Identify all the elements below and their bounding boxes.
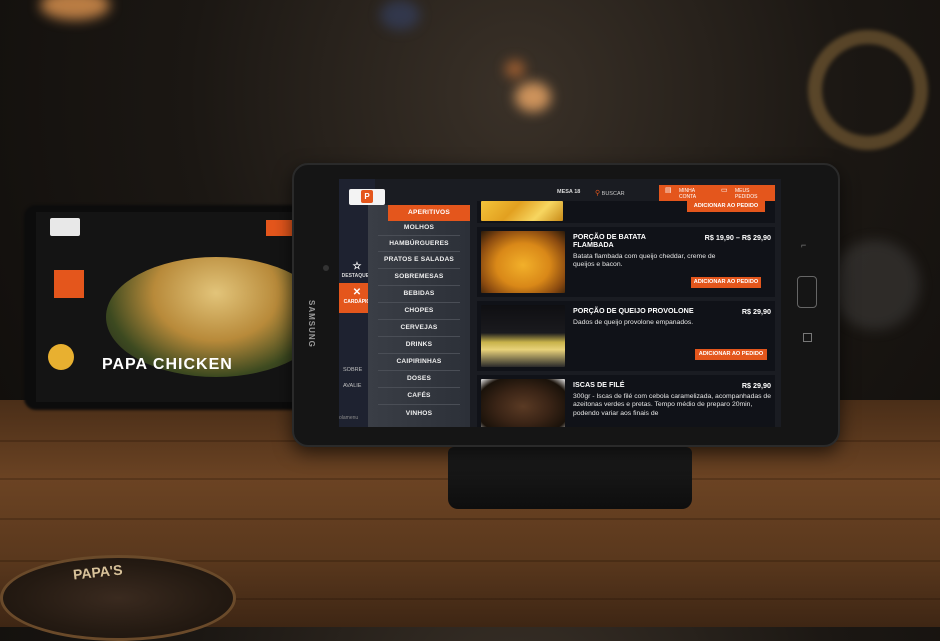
logo (50, 218, 80, 236)
product-price: R$ 29,90 (741, 307, 771, 316)
category-vinhos[interactable]: VINHOS (368, 410, 470, 417)
search-button[interactable]: ⚲ BUSCAR (595, 189, 625, 197)
ceiling-light (505, 60, 525, 78)
search-label: BUSCAR (601, 191, 625, 197)
product-card: PORÇÃO DE BATATA FLAMBADA R$ 19,90 – R$ … (477, 227, 775, 297)
product-title: PORÇÃO DE QUEIJO PROVOLONE (573, 306, 694, 315)
search-icon: ⚲ (595, 190, 601, 197)
steak-strips-image (481, 379, 565, 427)
sidebar-item-active (54, 270, 84, 298)
product-list: ADICIONAR AO PEDIDO PORÇÃO DE BATATA FLA… (477, 201, 775, 427)
wall-logo (808, 30, 928, 150)
footer-brand: olamenu (339, 415, 359, 421)
logo-letter: P (361, 190, 373, 203)
category-doses[interactable]: DOSES (368, 375, 470, 382)
tablet-stand (448, 447, 692, 509)
ceiling-light (515, 82, 551, 112)
coaster-text: PAPA'S (72, 561, 124, 583)
category-aperitivos[interactable]: APERITIVOS (388, 205, 470, 221)
category-cafes[interactable]: CAFÉS (368, 392, 470, 399)
add-to-order-button[interactable]: ADICIONAR AO PEDIDO (691, 277, 761, 288)
table-number: MESA 18 (557, 189, 581, 195)
cart-icon: ▭ (721, 187, 728, 194)
category-molhos[interactable]: MOLHOS (368, 224, 470, 231)
product-title: PAPA CHICKEN (102, 356, 233, 373)
provolone-image (481, 305, 565, 367)
category-drinks[interactable]: DRINKS (368, 341, 470, 348)
device-brand: SAMSUNG (307, 300, 316, 348)
product-description: 300gr - Iscas de filé com cebola caramel… (573, 393, 771, 417)
add-to-order-button[interactable]: ADICIONAR AO PEDIDO (687, 201, 765, 212)
category-pratos-e-saladas[interactable]: PRATOS E SALADAS (368, 256, 470, 263)
product-title: PORÇÃO DE BATATA FLAMBADA (573, 232, 646, 249)
product-price: R$ 29,90 (741, 381, 771, 390)
category-menu: APERITIVOS MOLHOS HAMBÚRGUERES PRATOS E … (368, 205, 470, 427)
my-account-button[interactable]: MINHA CONTA (679, 188, 709, 200)
product-card: ADICIONAR AO PEDIDO (477, 201, 775, 223)
home-button[interactable] (797, 276, 817, 308)
category-bebidas[interactable]: BEBIDAS (368, 290, 470, 297)
fries-image (481, 201, 563, 221)
category-sobremesas[interactable]: SOBREMESAS (368, 273, 470, 280)
my-orders-button[interactable]: MEUS PEDIDOS (735, 188, 765, 200)
ceiling-light (40, 0, 110, 20)
logo[interactable]: P (349, 189, 385, 205)
product-card: PORÇÃO DE QUEIJO PROVOLONE R$ 29,90 Dado… (477, 301, 775, 371)
add-to-order-button[interactable]: ADICIONAR AO PEDIDO (695, 349, 767, 360)
cheese-fries-image (481, 231, 565, 293)
product-card: ISCAS DE FILÉ R$ 29,90 300gr - Iscas de … (477, 375, 775, 427)
window-glow (380, 0, 420, 30)
sidebar-link-sobre[interactable]: SOBRE (343, 367, 362, 373)
category-cervejas[interactable]: CERVEJAS (368, 324, 470, 331)
sidebar-item-label: CARDÁPIO (343, 299, 371, 305)
product-price: R$ 19,90 – R$ 29,90 (704, 233, 771, 242)
tablet-screen: ☆ DESTAQUES ✕ CARDÁPIO SOBRE AVALIE olam… (339, 179, 781, 427)
sidebar-link-avalie[interactable]: AVALIE (343, 383, 361, 389)
background-tablet-screen: PAPA CHICKEN (36, 212, 318, 402)
shelf-glow (830, 240, 920, 330)
recent-apps-key-icon[interactable] (803, 333, 812, 342)
category-hamburgueres[interactable]: HAMBÚRGUERES (368, 240, 470, 247)
product-description: Batata flambada com queijo cheddar, crem… (573, 253, 716, 269)
category-caipirinhas[interactable]: CAIPIRINHAS (368, 358, 470, 365)
coaster: PAPA'S (0, 555, 236, 641)
back-key-icon[interactable]: ⌐ (801, 240, 806, 250)
category-chopes[interactable]: CHOPES (368, 307, 470, 314)
badge (48, 344, 74, 370)
bill-icon: ▤ (665, 187, 672, 194)
product-description: Dados de queijo provolone empanados. (573, 319, 694, 326)
camera-icon (323, 265, 329, 271)
product-title: ISCAS DE FILÉ (573, 380, 625, 389)
